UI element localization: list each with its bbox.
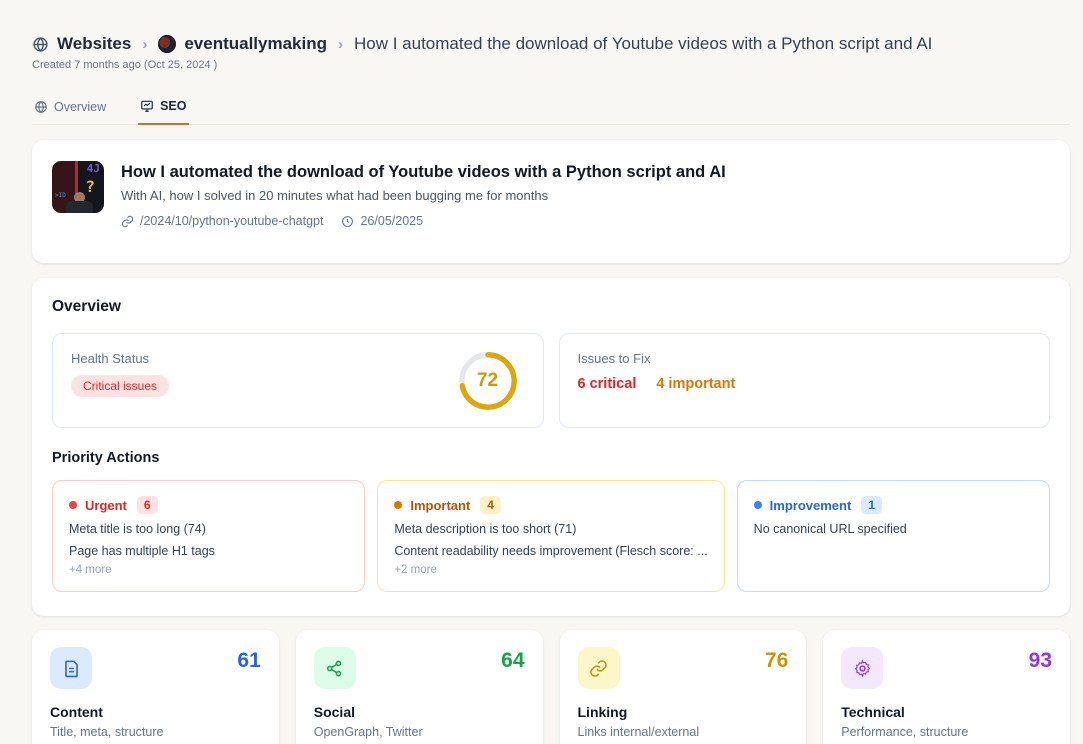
critical-issues-badge: Critical issues <box>71 375 169 397</box>
category-name: Content <box>50 704 261 720</box>
category-score: 61 <box>237 649 260 673</box>
health-score-ring: 72 <box>457 350 519 412</box>
breadcrumb-chevron: › <box>140 36 149 53</box>
project-avatar <box>158 35 176 53</box>
important-dot-icon <box>394 501 402 509</box>
category-description: OpenGraph, Twitter <box>314 725 525 739</box>
share-icon <box>325 659 344 678</box>
category-score: 93 <box>1029 649 1052 673</box>
urgent-label: Urgent <box>85 498 127 513</box>
important-count-badge: 4 <box>480 496 501 514</box>
breadcrumb-page-title: How I automated the download of Youtube … <box>354 34 932 54</box>
category-name: Linking <box>578 704 789 720</box>
issues-to-fix-card: Issues to Fix 6 critical 4 important <box>559 333 1051 428</box>
seo-report-page: Websites › eventuallymaking › How I auto… <box>0 0 1083 744</box>
priority-actions-heading: Priority Actions <box>52 450 1050 466</box>
health-score-value: 72 <box>457 350 519 412</box>
link-icon <box>121 215 134 228</box>
urgent-count-badge: 6 <box>137 496 158 514</box>
priority-item: No canonical URL specified <box>754 522 1033 536</box>
important-label: Important <box>410 498 470 513</box>
more-items-link[interactable]: +4 more <box>69 564 348 576</box>
category-card-content[interactable]: 61 Content Title, meta, structure <box>32 630 279 744</box>
important-count: 4 important <box>656 376 735 392</box>
created-date-label: Created 7 months ago (Oct 25, 2024 ) <box>32 59 1070 71</box>
category-card-technical[interactable]: 93 Technical Performance, structure <box>823 630 1070 744</box>
page-date: 26/05/2025 <box>341 214 423 228</box>
clock-icon <box>341 215 354 228</box>
page-thumbnail: 4J ? >ID <box>52 161 104 213</box>
improvement-label: Improvement <box>770 498 852 513</box>
priority-card-urgent: Urgent 6 Meta title is too long (74) Pag… <box>52 480 365 592</box>
tab-overview[interactable]: Overview <box>32 93 108 124</box>
breadcrumb-websites-label: Websites <box>57 34 131 54</box>
tab-bar: Overview SEO <box>32 93 1070 125</box>
category-description: Links internal/external <box>578 725 789 739</box>
improvement-count-badge: 1 <box>861 496 882 514</box>
more-items-link[interactable]: +2 more <box>394 564 707 576</box>
critical-count: 6 critical <box>578 376 637 392</box>
health-status-card: Health Status Critical issues 72 <box>52 333 544 428</box>
document-icon <box>62 659 81 678</box>
gear-icon <box>853 659 872 678</box>
globe-icon <box>32 36 49 53</box>
breadcrumb-websites[interactable]: Websites <box>32 34 131 54</box>
priority-item: Meta title is too long (74) <box>69 522 348 536</box>
category-scores: 61 Content Title, meta, structure 64 Soc… <box>32 630 1070 744</box>
urgent-dot-icon <box>69 501 77 509</box>
category-description: Performance, structure <box>841 725 1052 739</box>
priority-item: Meta description is too short (71) <box>394 522 707 536</box>
category-score: 64 <box>501 649 524 673</box>
category-name: Social <box>314 704 525 720</box>
page-title: How I automated the download of Youtube … <box>121 163 726 182</box>
page-summary-card: 4J ? >ID How I automated the download of… <box>32 140 1070 263</box>
priority-item: Page has multiple H1 tags <box>69 544 348 558</box>
tab-seo[interactable]: SEO <box>138 93 188 125</box>
category-name: Technical <box>841 704 1052 720</box>
priority-card-improvement: Improvement 1 No canonical URL specified <box>737 480 1050 592</box>
tab-overview-label: Overview <box>54 100 106 114</box>
overview-heading: Overview <box>52 298 1050 316</box>
overview-section: Overview Health Status Critical issues 7… <box>32 278 1070 616</box>
seo-monitor-icon <box>140 99 154 113</box>
improvement-dot-icon <box>754 501 762 509</box>
link-icon <box>589 659 608 678</box>
category-card-social[interactable]: 64 Social OpenGraph, Twitter <box>296 630 543 744</box>
globe-icon <box>34 100 48 114</box>
page-subtitle: With AI, how I solved in 20 minutes what… <box>121 188 726 203</box>
category-score: 76 <box>765 649 788 673</box>
breadcrumb-chevron: › <box>336 36 345 53</box>
priority-card-important: Important 4 Meta description is too shor… <box>377 480 724 592</box>
breadcrumb: Websites › eventuallymaking › How I auto… <box>32 34 1070 54</box>
category-card-linking[interactable]: 76 Linking Links internal/external <box>560 630 807 744</box>
breadcrumb-project[interactable]: eventuallymaking <box>158 34 327 54</box>
category-description: Title, meta, structure <box>50 725 261 739</box>
breadcrumb-project-label: eventuallymaking <box>184 34 327 54</box>
page-slug[interactable]: /2024/10/python-youtube-chatgpt <box>121 214 323 228</box>
issues-label: Issues to Fix <box>578 351 1032 366</box>
priority-item: Content readability needs improvement (F… <box>394 544 707 558</box>
tab-seo-label: SEO <box>160 99 186 113</box>
